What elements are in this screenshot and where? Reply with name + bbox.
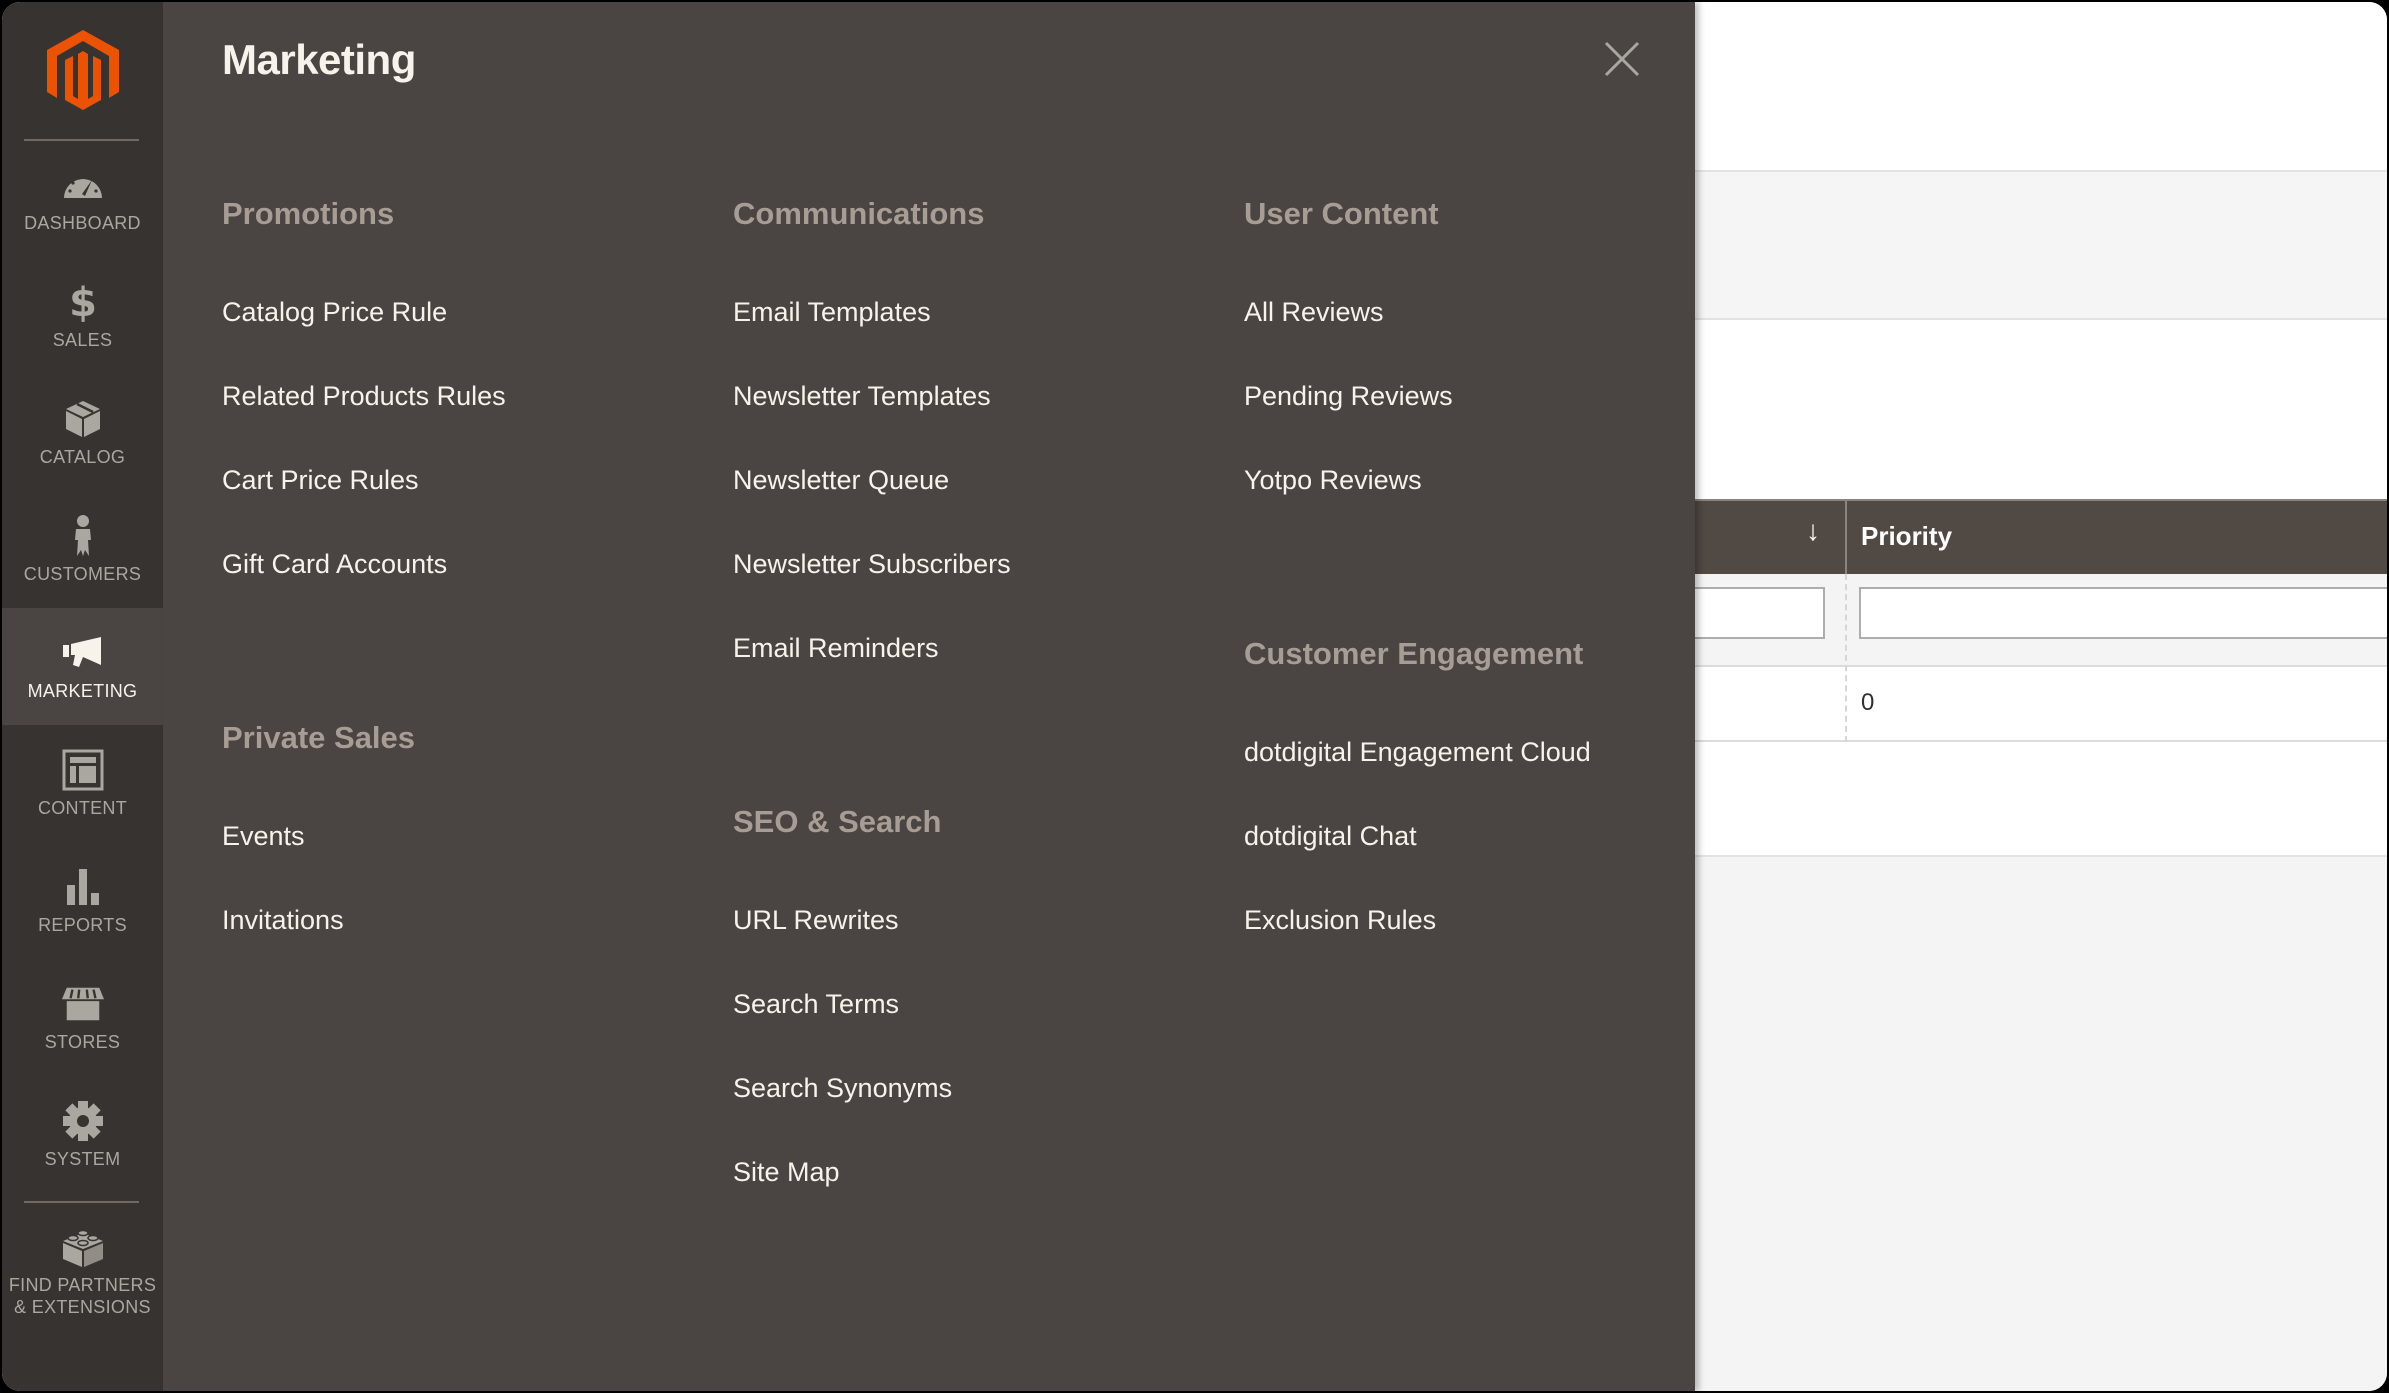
sidebar-item-label: Marketing <box>27 680 138 701</box>
dollar-icon: $ <box>61 281 105 323</box>
megaphone-icon <box>61 632 105 674</box>
sidebar-item-label: Find Partners <box>8 1275 157 1295</box>
layout-icon <box>61 749 105 791</box>
sidebar-item-label: Catalog <box>39 446 126 467</box>
page-actions-bar <box>1695 172 2387 320</box>
filter-input-previous-column[interactable] <box>1695 587 1825 639</box>
page-header-area <box>1695 2 2387 172</box>
sidebar-item-label: Sales <box>52 329 113 350</box>
sidebar-item-label: Content <box>37 797 128 818</box>
menu-item-dotdigital-engagement-cloud[interactable]: dotdigital Engagement Cloud <box>1244 737 1591 768</box>
column-divider-dashed <box>1845 574 1847 742</box>
flyout-title: Marketing <box>222 36 416 83</box>
menu-item-related-products-rules[interactable]: Related Products Rules <box>222 381 506 412</box>
menu-item-newsletter-templates[interactable]: Newsletter Templates <box>733 381 991 412</box>
sidebar-item-label: & Extensions <box>14 1297 151 1317</box>
sidebar-item-stores[interactable]: Stores <box>2 959 163 1076</box>
bar-chart-icon <box>61 866 105 908</box>
menu-item-cart-price-rules[interactable]: Cart Price Rules <box>222 465 419 496</box>
magento-logo[interactable] <box>2 30 163 110</box>
menu-item-exclusion-rules[interactable]: Exclusion Rules <box>1244 905 1436 936</box>
menu-item-url-rewrites[interactable]: URL Rewrites <box>733 905 899 936</box>
menu-item-gift-card-accounts[interactable]: Gift Card Accounts <box>222 549 447 580</box>
filter-input-priority[interactable] <box>1859 587 2387 639</box>
close-icon <box>1604 41 1640 77</box>
sidebar-item-sales[interactable]: $ Sales <box>2 257 163 374</box>
gear-icon <box>61 1100 105 1142</box>
storefront-icon <box>61 983 105 1025</box>
sidebar-item-marketing[interactable]: Marketing <box>2 608 163 725</box>
dashboard-icon <box>61 164 105 206</box>
menu-item-invitations[interactable]: Invitations <box>222 905 344 936</box>
sidebar-item-label: Reports <box>38 914 127 935</box>
admin-sidebar: Dashboard $ Sales Catalog Customers Mark… <box>2 2 163 1391</box>
menu-item-search-terms[interactable]: Search Terms <box>733 989 899 1020</box>
marketing-flyout-menu: Marketing Promotions Catalog Price Rule … <box>163 2 1695 1391</box>
sidebar-item-dashboard[interactable]: Dashboard <box>2 140 163 257</box>
grid-header-row: ↓ Priority <box>1695 499 2387 574</box>
group-title-promotions: Promotions <box>222 196 395 231</box>
grid-footer-area <box>1695 742 2387 857</box>
app-window: ↓ Priority 0 Dashboard <box>2 2 2387 1391</box>
menu-item-email-templates[interactable]: Email Templates <box>733 297 931 328</box>
menu-item-events[interactable]: Events <box>222 821 305 852</box>
menu-item-all-reviews[interactable]: All Reviews <box>1244 297 1384 328</box>
group-title-customer-engagement: Customer Engagement <box>1244 636 1584 671</box>
menu-item-pending-reviews[interactable]: Pending Reviews <box>1244 381 1453 412</box>
close-button[interactable] <box>1604 41 1640 77</box>
person-icon <box>61 514 105 557</box>
menu-item-newsletter-subscribers[interactable]: Newsletter Subscribers <box>733 549 1011 580</box>
sidebar-item-label: System <box>44 1148 121 1169</box>
grid-toolbar-area <box>1695 320 2387 500</box>
menu-item-site-map[interactable]: Site Map <box>733 1157 840 1188</box>
menu-item-email-reminders[interactable]: Email Reminders <box>733 633 939 664</box>
group-title-communications: Communications <box>733 196 985 231</box>
sort-descending-icon[interactable]: ↓ <box>1806 515 1820 547</box>
menu-item-yotpo-reviews[interactable]: Yotpo Reviews <box>1244 465 1422 496</box>
background-page: ↓ Priority 0 <box>1695 2 2387 1391</box>
sidebar-item-system[interactable]: System <box>2 1076 163 1193</box>
magento-logo-icon <box>46 30 119 110</box>
sidebar-divider <box>24 1201 139 1203</box>
sidebar-item-catalog[interactable]: Catalog <box>2 374 163 491</box>
sidebar-item-content[interactable]: Content <box>2 725 163 842</box>
group-title-user-content: User Content <box>1244 196 1439 231</box>
group-title-private-sales: Private Sales <box>222 720 416 755</box>
menu-item-search-synonyms[interactable]: Search Synonyms <box>733 1073 952 1104</box>
group-title-seo-search: SEO & Search <box>733 804 942 839</box>
sidebar-item-find-partners-extensions[interactable]: Find Partners & Extensions <box>2 1212 163 1332</box>
menu-item-catalog-price-rule[interactable]: Catalog Price Rule <box>222 297 447 328</box>
sidebar-item-label: Stores <box>44 1031 121 1052</box>
column-divider <box>1845 501 1847 574</box>
table-row[interactable]: 0 <box>1695 667 2387 742</box>
cell-priority: 0 <box>1861 689 1875 716</box>
sidebar-item-customers[interactable]: Customers <box>2 491 163 608</box>
menu-item-dotdigital-chat[interactable]: dotdigital Chat <box>1244 821 1417 852</box>
grid-filter-row <box>1695 574 2387 667</box>
column-header-priority[interactable]: Priority <box>1861 521 1952 552</box>
lego-brick-icon <box>61 1226 105 1268</box>
sidebar-item-label: Dashboard <box>24 212 141 233</box>
sidebar-item-reports[interactable]: Reports <box>2 842 163 959</box>
sidebar-item-label: Customers <box>23 563 142 584</box>
box-icon <box>61 398 105 440</box>
svg-text:$: $ <box>69 282 97 322</box>
menu-item-newsletter-queue[interactable]: Newsletter Queue <box>733 465 949 496</box>
